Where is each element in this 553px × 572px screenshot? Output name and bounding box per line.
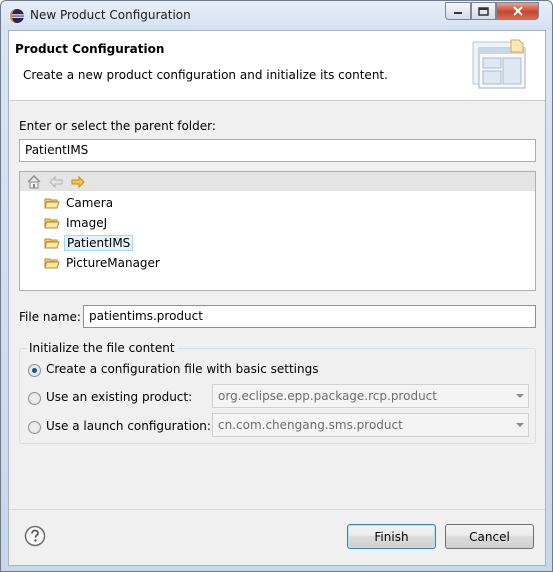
wizard-header: Product Configuration Create a new produ… bbox=[9, 31, 545, 101]
tree-item-camera[interactable]: Camera bbox=[44, 194, 115, 212]
back-arrow-icon[interactable] bbox=[48, 174, 64, 190]
page-description: Create a new product configuration and i… bbox=[23, 68, 388, 82]
finish-button[interactable]: Finish bbox=[347, 524, 436, 549]
minimize-icon bbox=[454, 12, 462, 14]
group-title: Initialize the file content bbox=[27, 341, 177, 355]
page-title: Product Configuration bbox=[15, 42, 165, 56]
tree-toolbar bbox=[20, 172, 535, 191]
tree-item-label: PatientIMS bbox=[64, 235, 134, 251]
maximize-button[interactable] bbox=[471, 2, 496, 20]
open-folder-icon bbox=[44, 218, 60, 229]
existing-product-radio[interactable] bbox=[28, 392, 41, 405]
basic-settings-radio[interactable] bbox=[28, 364, 41, 377]
title-bar[interactable]: New Product Configuration bbox=[1, 1, 552, 30]
parent-folder-input[interactable]: PatientIMS bbox=[19, 139, 536, 162]
chevron-down-icon bbox=[516, 394, 524, 398]
launch-config-value: cn.com.chengang.sms.product bbox=[218, 418, 403, 432]
chevron-down-icon bbox=[516, 423, 524, 427]
footer-divider bbox=[9, 509, 545, 510]
tree-item-picturemanager[interactable]: PictureManager bbox=[44, 254, 162, 272]
folder-tree[interactable]: Camera ImageJ PatientIMS PictureManager bbox=[19, 171, 536, 291]
window-title: New Product Configuration bbox=[30, 8, 191, 22]
dialog-window: New Product Configuration Product Config… bbox=[0, 0, 553, 572]
home-icon[interactable] bbox=[26, 174, 42, 190]
launch-config-radio[interactable] bbox=[28, 421, 41, 434]
launch-config-label[interactable]: Use a launch configuration: bbox=[46, 419, 211, 433]
basic-settings-label[interactable]: Create a configuration file with basic s… bbox=[46, 362, 318, 376]
parent-folder-label: Enter or select the parent folder: bbox=[19, 119, 216, 133]
open-folder-icon bbox=[44, 238, 60, 249]
file-name-label: File name: bbox=[19, 310, 81, 324]
close-button[interactable] bbox=[496, 2, 539, 20]
forward-arrow-icon[interactable] bbox=[70, 174, 86, 190]
tree-item-label: Camera bbox=[66, 196, 114, 210]
open-folder-icon bbox=[44, 258, 60, 269]
file-name-input[interactable]: patientims.product bbox=[83, 305, 536, 328]
cancel-button[interactable]: Cancel bbox=[445, 524, 534, 549]
tree-item-label: PictureManager bbox=[66, 256, 160, 270]
initialize-content-group: Initialize the file content Create a con… bbox=[19, 341, 536, 444]
tree-item-patientims[interactable]: PatientIMS bbox=[44, 234, 134, 252]
tree-item-imagej[interactable]: ImageJ bbox=[44, 214, 109, 232]
existing-product-value: org.eclipse.epp.package.rcp.product bbox=[218, 389, 437, 403]
existing-product-label[interactable]: Use an existing product: bbox=[46, 390, 192, 404]
eclipse-icon bbox=[10, 9, 24, 23]
launch-config-combo[interactable]: cn.com.chengang.sms.product bbox=[212, 413, 529, 437]
tree-item-label: ImageJ bbox=[66, 216, 108, 230]
maximize-icon bbox=[478, 6, 489, 16]
help-icon[interactable] bbox=[24, 525, 46, 547]
close-icon bbox=[512, 6, 523, 16]
product-config-wizard-icon bbox=[472, 39, 526, 89]
existing-product-combo[interactable]: org.eclipse.epp.package.rcp.product bbox=[212, 384, 529, 408]
minimize-button[interactable] bbox=[445, 2, 471, 20]
open-folder-icon bbox=[44, 198, 60, 209]
dialog-body: Product Configuration Create a new produ… bbox=[8, 30, 546, 566]
